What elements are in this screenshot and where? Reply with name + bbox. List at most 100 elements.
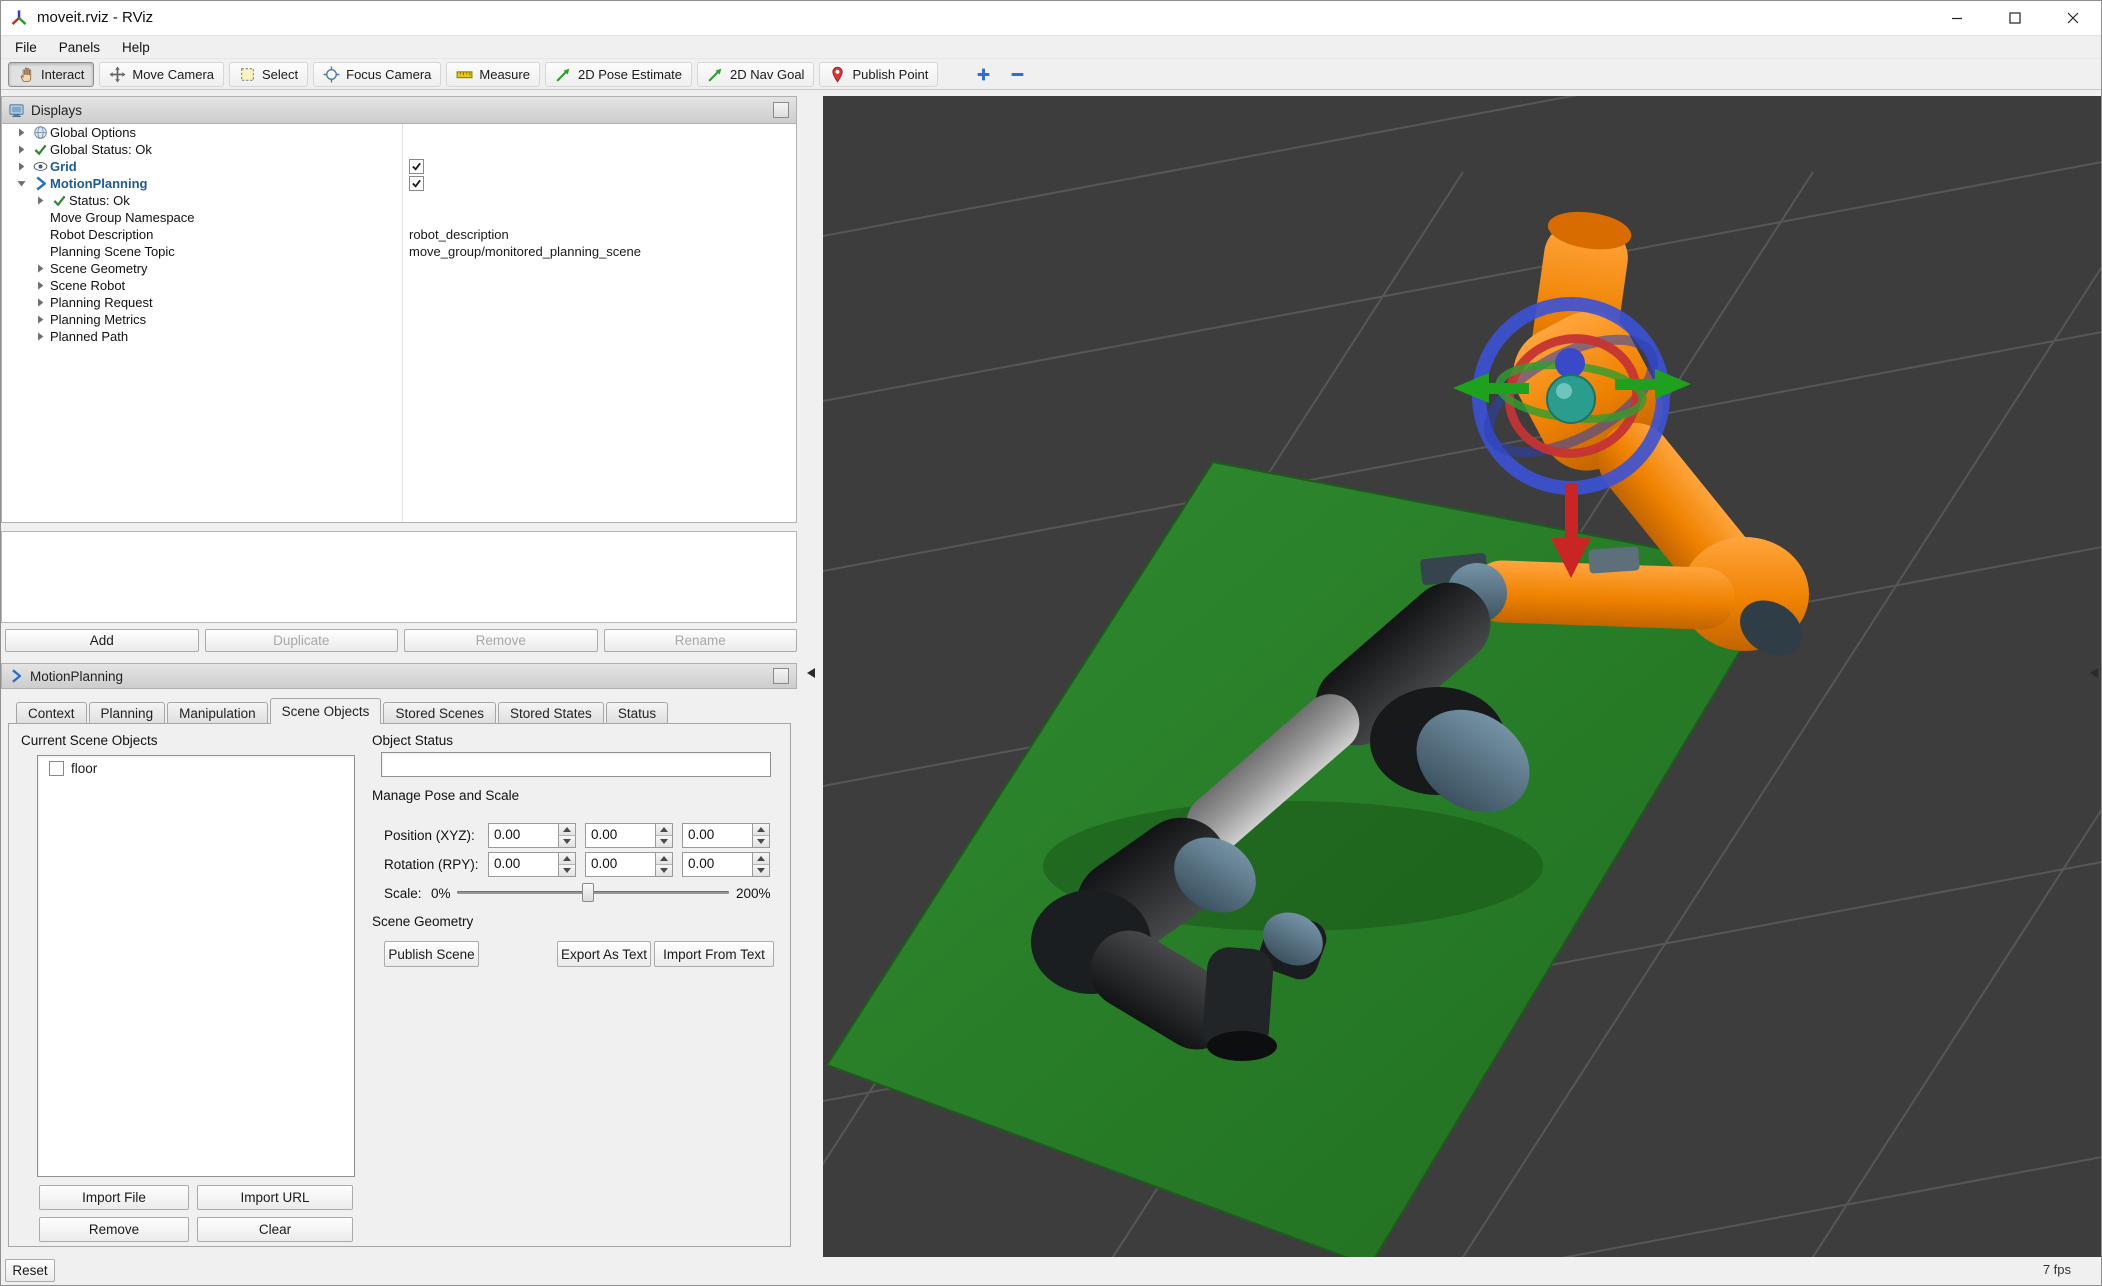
toolbar: Interact Move Camera Select Focus Camera Mea… xyxy=(0,59,2102,90)
import-from-text-button[interactable]: Import From Text xyxy=(654,941,774,967)
tab-manipulation[interactable]: Manipulation xyxy=(167,702,268,724)
spinbox-value[interactable]: 0.00 xyxy=(586,824,655,847)
spin-up-button[interactable] xyxy=(752,853,769,864)
expander-collapsed-icon[interactable] xyxy=(31,313,50,326)
tab-context[interactable]: Context xyxy=(16,702,87,724)
current-scene-objects-label: Current Scene Objects xyxy=(21,733,158,748)
displays-float-button[interactable] xyxy=(773,102,789,118)
position-y-spinbox[interactable]: 0.00 xyxy=(585,823,673,848)
property-value[interactable]: move_group/monitored_planning_scene xyxy=(409,244,641,259)
tool-2d-nav-goal[interactable]: 2D Nav Goal xyxy=(697,61,815,87)
tool-label: 2D Nav Goal xyxy=(730,66,805,82)
tab-stored-scenes[interactable]: Stored Scenes xyxy=(383,702,496,724)
publish-scene-button[interactable]: Publish Scene xyxy=(384,941,479,967)
tree-row-scene-robot[interactable]: Scene Robot xyxy=(2,277,796,294)
scale-slider-handle[interactable] xyxy=(581,883,594,902)
spin-up-button[interactable] xyxy=(558,824,575,835)
spin-down-button[interactable] xyxy=(752,835,769,847)
tool-measure[interactable]: Measure xyxy=(446,61,540,87)
menu-item-help[interactable]: Help xyxy=(111,38,161,57)
tab-stored-states[interactable]: Stored States xyxy=(498,702,604,724)
tree-row-motionplanning[interactable]: MotionPlanning xyxy=(2,175,796,192)
scale-slider[interactable] xyxy=(457,882,729,903)
spin-up-button[interactable] xyxy=(655,853,672,864)
panel-collapse-arrow-right[interactable] xyxy=(2089,667,2099,679)
minimize-button[interactable] xyxy=(1928,0,1986,35)
spinbox-value[interactable]: 0.00 xyxy=(586,853,655,876)
spinbox-value[interactable]: 0.00 xyxy=(489,824,558,847)
tab-scene-objects[interactable]: Scene Objects xyxy=(269,698,382,724)
tree-row-global-options[interactable]: Global Options xyxy=(2,124,796,141)
expander-expanded-icon[interactable] xyxy=(12,177,31,190)
scene-object-item-floor[interactable]: floor xyxy=(38,756,354,776)
tool-remove-tool-minus[interactable] xyxy=(1003,62,1032,87)
tree-row-move-group-namespace[interactable]: Move Group Namespace xyxy=(2,209,796,226)
tool-interact[interactable]: Interact xyxy=(8,61,95,87)
expander-collapsed-icon[interactable] xyxy=(12,143,31,156)
tab-status[interactable]: Status xyxy=(605,702,669,724)
spin-down-button[interactable] xyxy=(655,835,672,847)
add-display-button[interactable]: Add xyxy=(5,629,199,652)
rotation-r-spinbox[interactable]: 0.00 xyxy=(488,852,576,877)
scene-objects-list[interactable]: floor xyxy=(37,755,355,1177)
position-z-spinbox[interactable]: 0.00 xyxy=(682,823,770,848)
tool-add-tool-plus[interactable] xyxy=(969,62,998,87)
expander-collapsed-icon[interactable] xyxy=(31,279,50,292)
spinbox-value[interactable]: 0.00 xyxy=(683,853,752,876)
motionplanning-panel-header[interactable]: MotionPlanning xyxy=(1,663,797,689)
tree-row-planning-metrics[interactable]: Planning Metrics xyxy=(2,311,796,328)
rotation-y-spinbox[interactable]: 0.00 xyxy=(682,852,770,877)
tool-2d-pose-estimate[interactable]: 2D Pose Estimate xyxy=(544,61,693,87)
tree-row-robot-description[interactable]: Robot Description robot_description xyxy=(2,226,796,243)
spinbox-value[interactable]: 0.00 xyxy=(683,824,752,847)
maximize-button[interactable] xyxy=(1986,0,2044,35)
tree-row-scene-geometry[interactable]: Scene Geometry xyxy=(2,260,796,277)
displays-panel-header[interactable]: Displays xyxy=(1,96,797,124)
clear-button[interactable]: Clear xyxy=(197,1217,353,1242)
motionplanning-float-button[interactable] xyxy=(773,668,789,684)
expander-collapsed-icon[interactable] xyxy=(12,126,31,139)
spin-down-button[interactable] xyxy=(558,835,575,847)
reset-button[interactable]: Reset xyxy=(5,1259,55,1282)
3d-scene-svg xyxy=(823,96,2102,1257)
tool-move-camera[interactable]: Move Camera xyxy=(99,61,224,87)
tree-row-planning-request[interactable]: Planning Request xyxy=(2,294,796,311)
import-url-button[interactable]: Import URL xyxy=(197,1185,353,1210)
menu-item-panels[interactable]: Panels xyxy=(48,38,111,57)
menu-item-file[interactable]: File xyxy=(4,38,48,57)
expander-collapsed-icon[interactable] xyxy=(31,194,50,207)
tree-row-global-status-ok[interactable]: Global Status: Ok xyxy=(2,141,796,158)
expander-collapsed-icon[interactable] xyxy=(31,296,50,309)
panel-collapse-arrow-left[interactable] xyxy=(806,667,816,679)
spin-up-button[interactable] xyxy=(752,824,769,835)
3d-viewport[interactable] xyxy=(823,96,2102,1257)
rotation-p-spinbox[interactable]: 0.00 xyxy=(585,852,673,877)
export-as-text-button[interactable]: Export As Text xyxy=(557,941,651,967)
expander-collapsed-icon[interactable] xyxy=(12,160,31,173)
display-enabled-checkbox[interactable] xyxy=(409,159,424,174)
tool-select[interactable]: Select xyxy=(229,61,309,87)
spin-up-button[interactable] xyxy=(655,824,672,835)
spinbox-value[interactable]: 0.00 xyxy=(489,853,558,876)
spin-down-button[interactable] xyxy=(752,864,769,876)
spin-down-button[interactable] xyxy=(558,864,575,876)
import-file-button[interactable]: Import File xyxy=(39,1185,189,1210)
tab-planning[interactable]: Planning xyxy=(88,702,166,724)
property-value[interactable]: robot_description xyxy=(409,227,509,242)
close-button[interactable] xyxy=(2044,0,2102,35)
expander-collapsed-icon[interactable] xyxy=(31,330,50,343)
remove-button[interactable]: Remove xyxy=(39,1217,189,1242)
tool-publish-point[interactable]: Publish Point xyxy=(819,61,939,87)
spin-down-button[interactable] xyxy=(655,864,672,876)
tree-row-planned-path[interactable]: Planned Path xyxy=(2,328,796,345)
tool-focus-camera[interactable]: Focus Camera xyxy=(313,61,442,87)
tree-row-grid[interactable]: Grid xyxy=(2,158,796,175)
position-x-spinbox[interactable]: 0.00 xyxy=(488,823,576,848)
tree-row-planning-scene-topic[interactable]: Planning Scene Topic move_group/monitored… xyxy=(2,243,796,260)
expander-collapsed-icon[interactable] xyxy=(31,262,50,275)
display-enabled-checkbox[interactable] xyxy=(409,176,424,191)
scene-object-checkbox[interactable] xyxy=(49,761,64,776)
spin-up-button[interactable] xyxy=(558,853,575,864)
position-xyz-label: Position (XYZ): xyxy=(384,828,475,843)
tree-row-status-ok[interactable]: Status: Ok xyxy=(2,192,796,209)
